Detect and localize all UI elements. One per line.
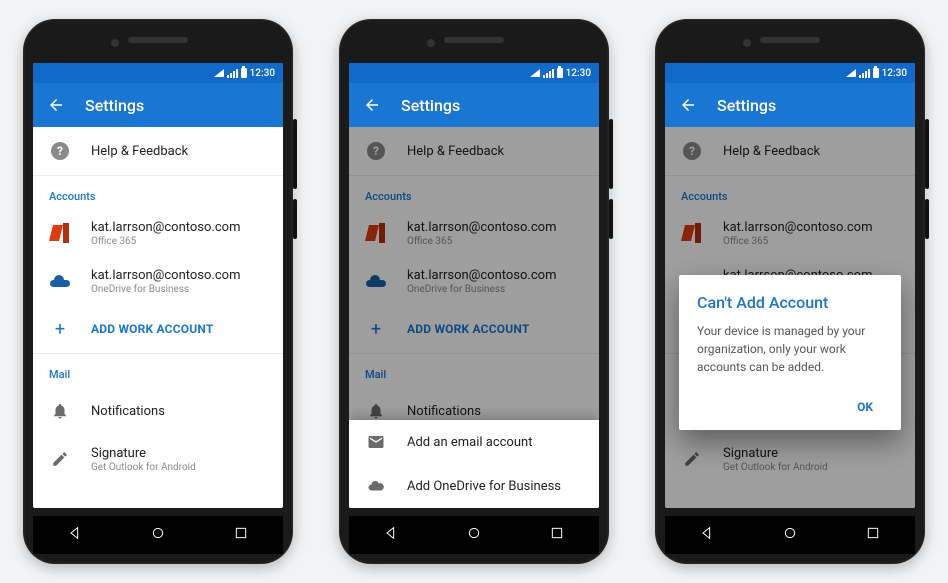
screen-2: 12:30 Settings ? Help & Feedback Account… bbox=[349, 63, 599, 508]
battery-icon bbox=[873, 68, 879, 78]
nav-recents-icon[interactable] bbox=[865, 525, 881, 545]
signal-icon bbox=[227, 69, 238, 78]
signal-icon bbox=[859, 69, 870, 78]
account-sub: OneDrive for Business bbox=[91, 284, 267, 295]
dialog-ok-button[interactable]: OK bbox=[847, 392, 883, 422]
phone-frame-3: 12:30 Settings ? Help & Feedback Account… bbox=[655, 19, 925, 564]
account-sub: Office 365 bbox=[91, 236, 267, 247]
help-label: Help & Feedback bbox=[91, 144, 267, 159]
app-bar: Settings bbox=[349, 83, 599, 127]
account-email: kat.larrson@contoso.com bbox=[91, 268, 267, 283]
page-title: Settings bbox=[85, 96, 144, 115]
nav-back-icon[interactable] bbox=[383, 525, 399, 545]
android-navbar bbox=[349, 516, 599, 554]
wifi-icon bbox=[214, 69, 224, 77]
nav-home-icon[interactable] bbox=[466, 525, 482, 545]
signature-sub: Get Outlook for Android bbox=[91, 462, 267, 473]
status-bar: 12:30 bbox=[665, 63, 915, 83]
back-icon[interactable] bbox=[363, 96, 381, 114]
sheet-add-email-label: Add an email account bbox=[407, 435, 583, 450]
section-accounts: Accounts bbox=[33, 176, 283, 209]
nav-recents-icon[interactable] bbox=[233, 525, 249, 545]
notifications-label: Notifications bbox=[91, 404, 267, 419]
dialog-title: Can't Add Account bbox=[697, 293, 883, 312]
help-feedback-row[interactable]: ? Help & Feedback bbox=[33, 127, 283, 175]
android-navbar bbox=[665, 516, 915, 554]
back-icon[interactable] bbox=[47, 96, 65, 114]
nav-recents-icon[interactable] bbox=[549, 525, 565, 545]
sheet-add-odb-label: Add OneDrive for Business bbox=[407, 479, 583, 494]
help-icon: ? bbox=[51, 142, 69, 160]
nav-back-icon[interactable] bbox=[67, 525, 83, 545]
battery-icon bbox=[241, 68, 247, 78]
nav-home-icon[interactable] bbox=[782, 525, 798, 545]
plus-icon: + bbox=[55, 319, 65, 340]
cloud-icon bbox=[365, 477, 387, 495]
office-icon bbox=[51, 223, 69, 243]
screen-1: 12:30 Settings ? Help & Feedback Account… bbox=[33, 63, 283, 508]
clock: 12:30 bbox=[250, 68, 275, 79]
dialog-body: Your device is managed by your organizat… bbox=[697, 322, 883, 376]
sheet-add-email[interactable]: Add an email account bbox=[349, 420, 599, 464]
pen-icon bbox=[49, 450, 71, 468]
app-bar: Settings bbox=[665, 83, 915, 127]
notifications-row[interactable]: Notifications bbox=[33, 387, 283, 435]
onedrive-icon bbox=[50, 275, 70, 287]
add-work-label: ADD WORK ACCOUNT bbox=[91, 322, 267, 336]
page-title: Settings bbox=[401, 96, 460, 115]
screen-3: 12:30 Settings ? Help & Feedback Account… bbox=[665, 63, 915, 508]
nav-home-icon[interactable] bbox=[150, 525, 166, 545]
error-dialog: Can't Add Account Your device is managed… bbox=[679, 275, 901, 430]
account-email: kat.larrson@contoso.com bbox=[91, 220, 267, 235]
page-title: Settings bbox=[717, 96, 776, 115]
wifi-icon bbox=[530, 69, 540, 77]
add-work-account-button[interactable]: + ADD WORK ACCOUNT bbox=[33, 305, 283, 353]
back-icon[interactable] bbox=[679, 96, 697, 114]
clock: 12:30 bbox=[882, 68, 907, 79]
phone-frame-2: 12:30 Settings ? Help & Feedback Account… bbox=[339, 19, 609, 564]
clock: 12:30 bbox=[566, 68, 591, 79]
bottom-sheet: Add an email account Add OneDrive for Bu… bbox=[349, 420, 599, 508]
wifi-icon bbox=[846, 69, 856, 77]
sheet-add-onedrive[interactable]: Add OneDrive for Business bbox=[349, 464, 599, 508]
account-row-onedrive[interactable]: kat.larrson@contoso.comOneDrive for Busi… bbox=[33, 257, 283, 305]
bell-icon bbox=[49, 402, 71, 420]
signature-label: Signature bbox=[91, 446, 267, 461]
account-row-office[interactable]: kat.larrson@contoso.comOffice 365 bbox=[33, 209, 283, 257]
battery-icon bbox=[557, 68, 563, 78]
status-bar: 12:30 bbox=[349, 63, 599, 83]
signal-icon bbox=[543, 69, 554, 78]
phone-frame-1: 12:30 Settings ? Help & Feedback Account… bbox=[23, 19, 293, 564]
android-navbar bbox=[33, 516, 283, 554]
app-bar: Settings bbox=[33, 83, 283, 127]
mail-icon bbox=[365, 433, 387, 451]
section-mail: Mail bbox=[33, 354, 283, 387]
status-bar: 12:30 bbox=[33, 63, 283, 83]
signature-row[interactable]: SignatureGet Outlook for Android bbox=[33, 435, 283, 483]
nav-back-icon[interactable] bbox=[699, 525, 715, 545]
